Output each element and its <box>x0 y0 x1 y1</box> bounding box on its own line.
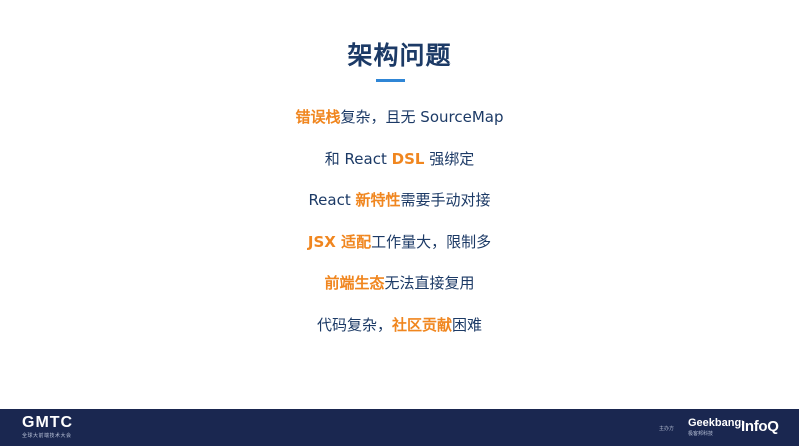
bullet-item: React 新特性需要手动对接 <box>0 187 799 229</box>
bullet-text: 复杂，且无 SourceMap <box>340 108 504 126</box>
bullet-highlight: 错误栈 <box>295 108 341 126</box>
geekbang-logo: Geekbang› <box>688 417 745 429</box>
bullet-item: 错误栈复杂，且无 SourceMap <box>0 104 799 146</box>
bullet-highlight: JSX 适配 <box>307 232 372 251</box>
slide: 架构问题 错误栈复杂，且无 SourceMap 和 React DSL 强绑定 Re… <box>0 0 799 446</box>
bullet-highlight: DSL <box>391 149 425 168</box>
bullet-highlight: 前端生态 <box>324 274 385 293</box>
bullet-text: 困难 <box>452 315 483 334</box>
bullet-text: React <box>308 191 356 210</box>
bullet-highlight: 新特性 <box>355 191 401 210</box>
host-label: 主办方 <box>659 426 675 432</box>
slide-title: 架构问题 <box>347 41 452 70</box>
bullet-text: 强绑定 <box>424 149 475 168</box>
bullet-item: 代码复杂，社区贡献困难 <box>0 312 799 354</box>
bullet-highlight: 社区贡献 <box>391 315 452 334</box>
geekbang-logo-subtitle: 极客邦科技 <box>688 431 714 437</box>
bullet-list: 错误栈复杂，且无 SourceMap 和 React DSL 强绑定 React 新… <box>0 104 799 354</box>
bullet-text: 需要手动对接 <box>400 191 491 210</box>
bullet-text: 工作量大，限制多 <box>371 232 492 251</box>
bullet-text: 和 React <box>324 149 392 168</box>
infoq-logo: InfoQ <box>741 418 779 435</box>
bullet-item: 前端生态无法直接复用 <box>0 270 799 312</box>
gmtc-logo-subtitle: 全球大前端技术大会 <box>22 433 72 439</box>
footer-bar: GMTC 全球大前端技术大会 主办方 Geekbang› 极客邦科技 InfoQ <box>0 409 799 446</box>
gmtc-logo: GMTC <box>22 414 74 431</box>
bullet-text: 无法直接复用 <box>384 274 475 293</box>
bullet-item: 和 React DSL 强绑定 <box>0 146 799 188</box>
title-underline <box>376 79 405 82</box>
bullet-item: JSX 适配工作量大，限制多 <box>0 229 799 271</box>
bullet-text: 代码复杂， <box>316 315 392 334</box>
